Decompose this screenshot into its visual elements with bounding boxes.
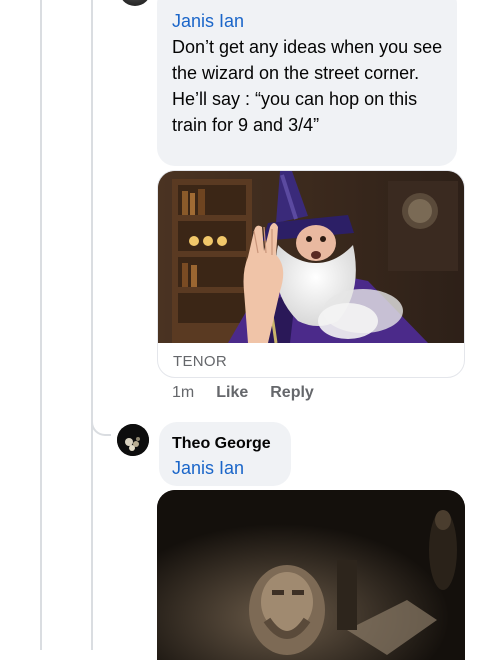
comment-author[interactable]: Theo George <box>172 433 278 455</box>
reply-connector <box>91 414 111 436</box>
thread-line-inner <box>91 0 93 650</box>
comment-actions: 1m Like Reply <box>172 384 314 402</box>
gif-attachment[interactable] <box>157 490 465 660</box>
comment-text: Don’t get any ideas when you see the wiz… <box>172 37 443 135</box>
gif-attachment[interactable]: TENOR <box>157 170 465 378</box>
comment-timestamp: 1m <box>172 384 195 401</box>
mention-link[interactable]: Janis Ian <box>172 455 278 481</box>
comment-bubble: Theo George Janis Ian <box>159 422 291 486</box>
gif-source-label: TENOR <box>173 353 227 370</box>
thread-line-outer <box>40 0 42 650</box>
avatar[interactable] <box>117 424 149 456</box>
avatar[interactable] <box>119 0 151 6</box>
comment-bubble: Janis Ian Don’t get any ideas when you s… <box>157 0 457 166</box>
reply-button[interactable]: Reply <box>270 384 314 402</box>
like-button[interactable]: Like <box>216 384 248 402</box>
mention-link[interactable]: Janis Ian <box>172 8 443 34</box>
wizard-gif-image[interactable] <box>158 171 464 343</box>
